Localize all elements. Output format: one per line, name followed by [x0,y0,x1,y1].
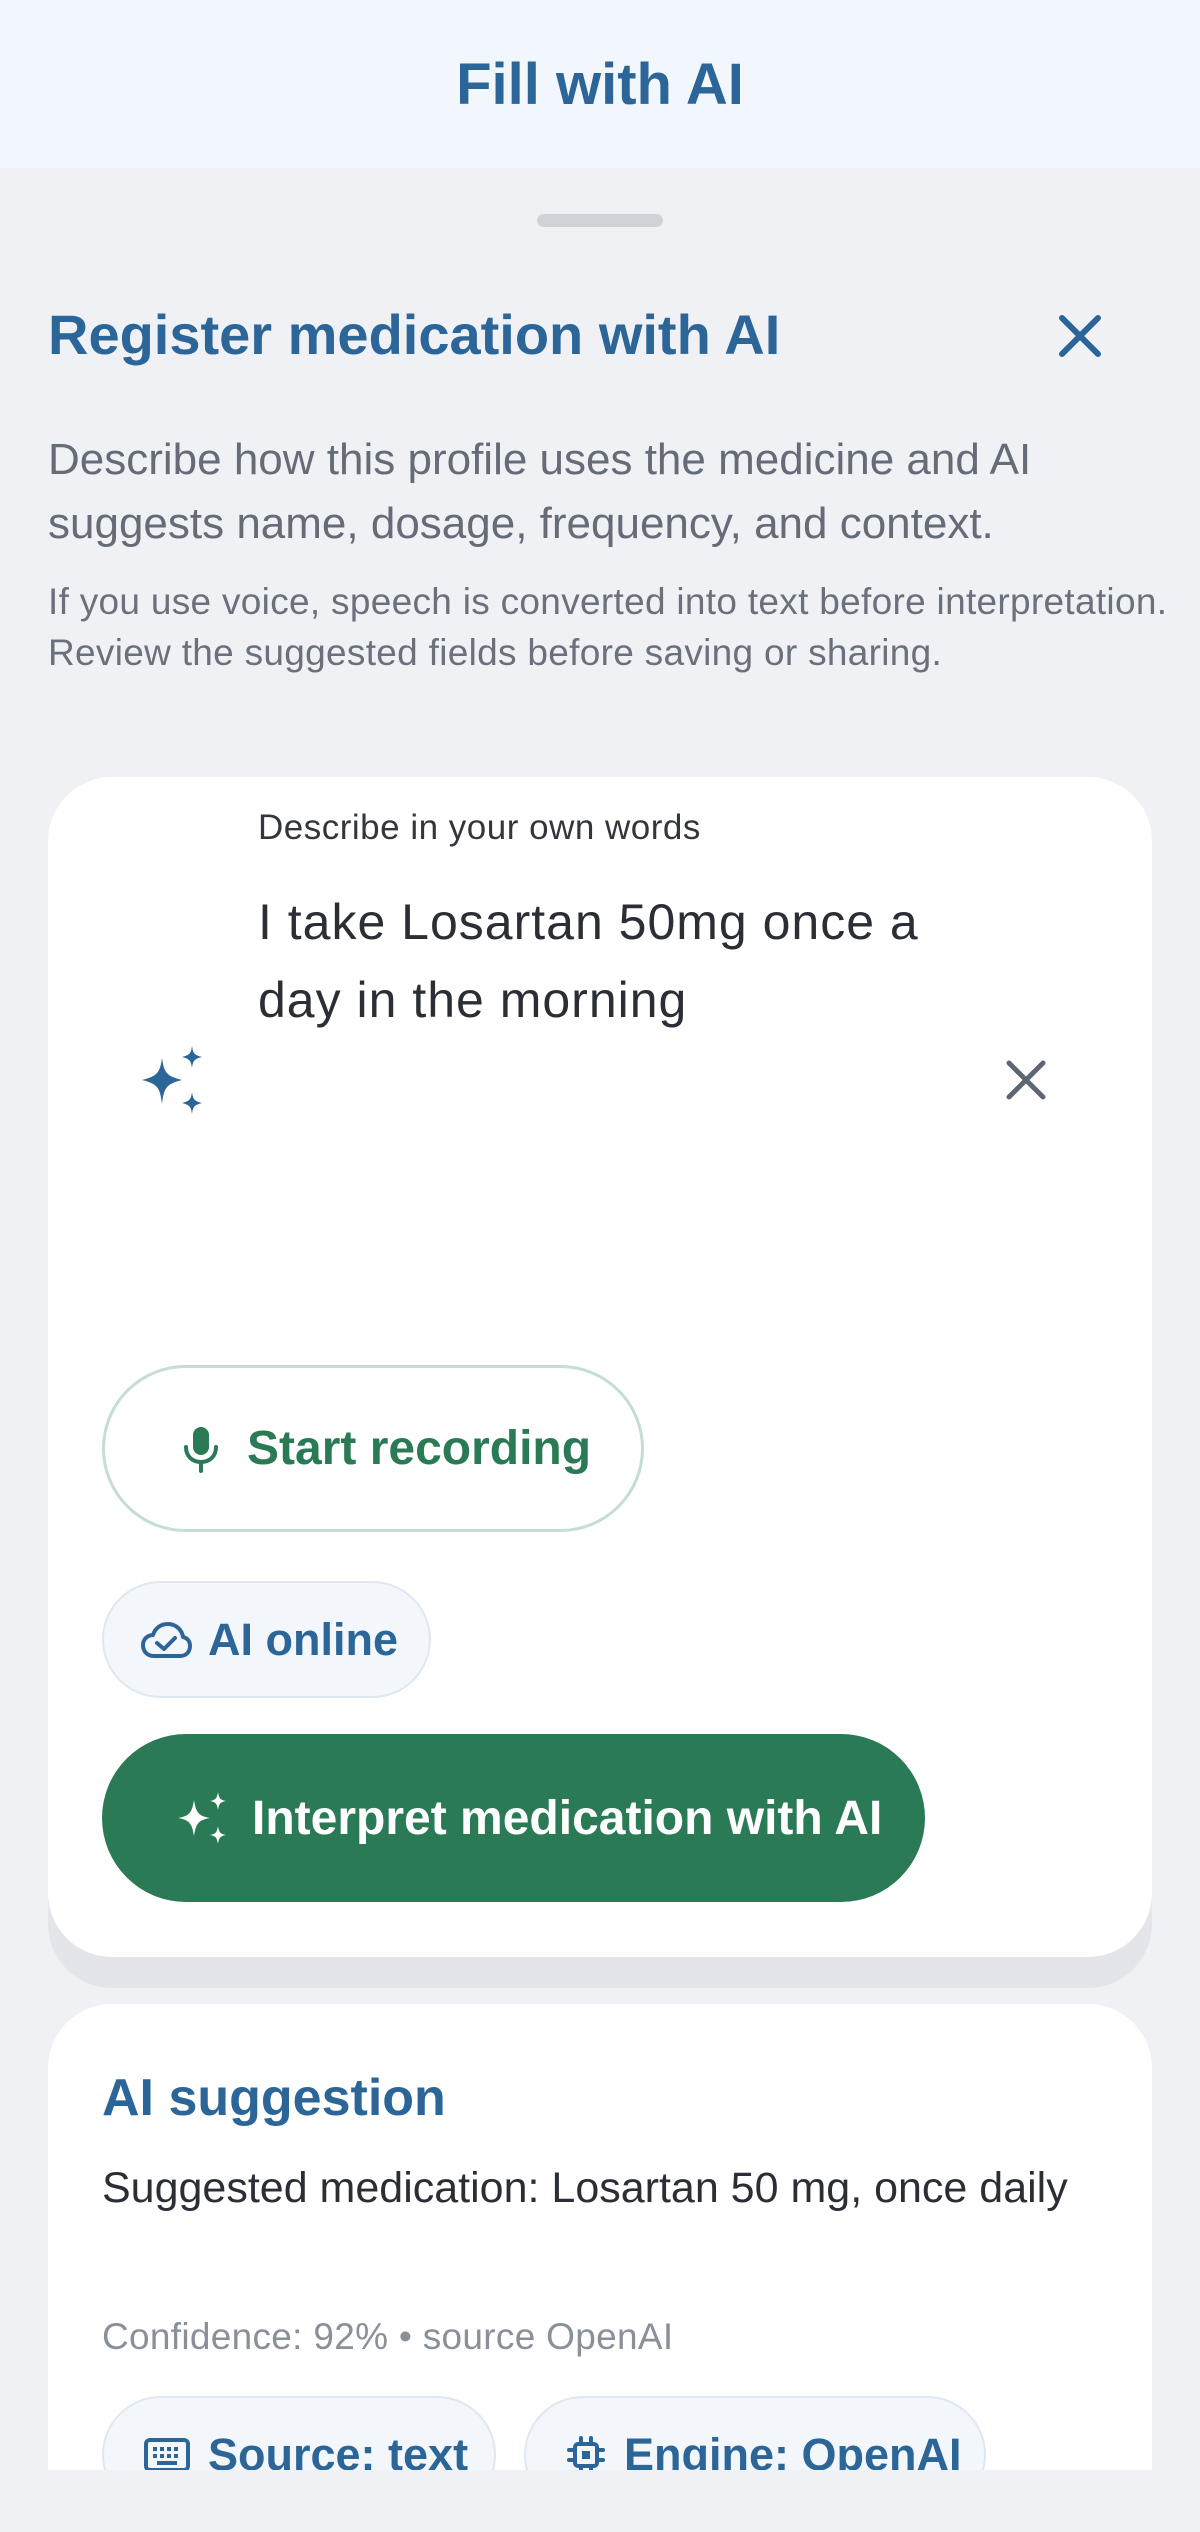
ai-suggestion-confidence: Confidence: 92% • source OpenAI [102,2316,674,2357]
cpu-chip-icon [567,2436,605,2474]
clear-icon [1006,1060,1046,1100]
sheet-drag-handle[interactable] [537,214,663,227]
cloud-check-icon [141,1621,192,1658]
mic-icon [184,1426,218,1473]
close-icon [1059,315,1101,357]
sheet-description: Describe how this profile uses the medic… [48,435,1032,548]
sparkle-icon [178,1792,226,1844]
interpret-medication-label: Interpret medication with AI [252,1791,883,1845]
bottom-inset-area [0,2470,1200,2532]
ai-status-chip: AI online [102,1581,431,1698]
description-field-label: Describe in your own words [258,808,701,847]
ai-status-label: AI online [208,1613,398,1665]
start-recording-label: Start recording [247,1422,592,1475]
clear-input-button[interactable] [996,1050,1056,1110]
sparkle-icon [136,1044,212,1120]
top-app-bar: Fill with AI [0,0,1200,168]
app-bar-title: Fill with AI [456,51,744,117]
ai-suggestion-text: Suggested medication: Losartan 50 mg, on… [102,2164,1068,2212]
start-recording-button[interactable]: Start recording [102,1365,644,1532]
close-sheet-button[interactable] [1050,306,1110,366]
sheet-title: Register medication with AI [48,303,781,366]
description-input[interactable]: I take Losartan 50mg once a day in the m… [258,883,958,1039]
interpret-medication-button[interactable]: Interpret medication with AI [102,1734,925,1902]
voice-note: If you use voice, speech is converted in… [48,581,1168,673]
keyboard-icon [144,2438,190,2472]
ai-suggestion-title: AI suggestion [102,2069,446,2127]
